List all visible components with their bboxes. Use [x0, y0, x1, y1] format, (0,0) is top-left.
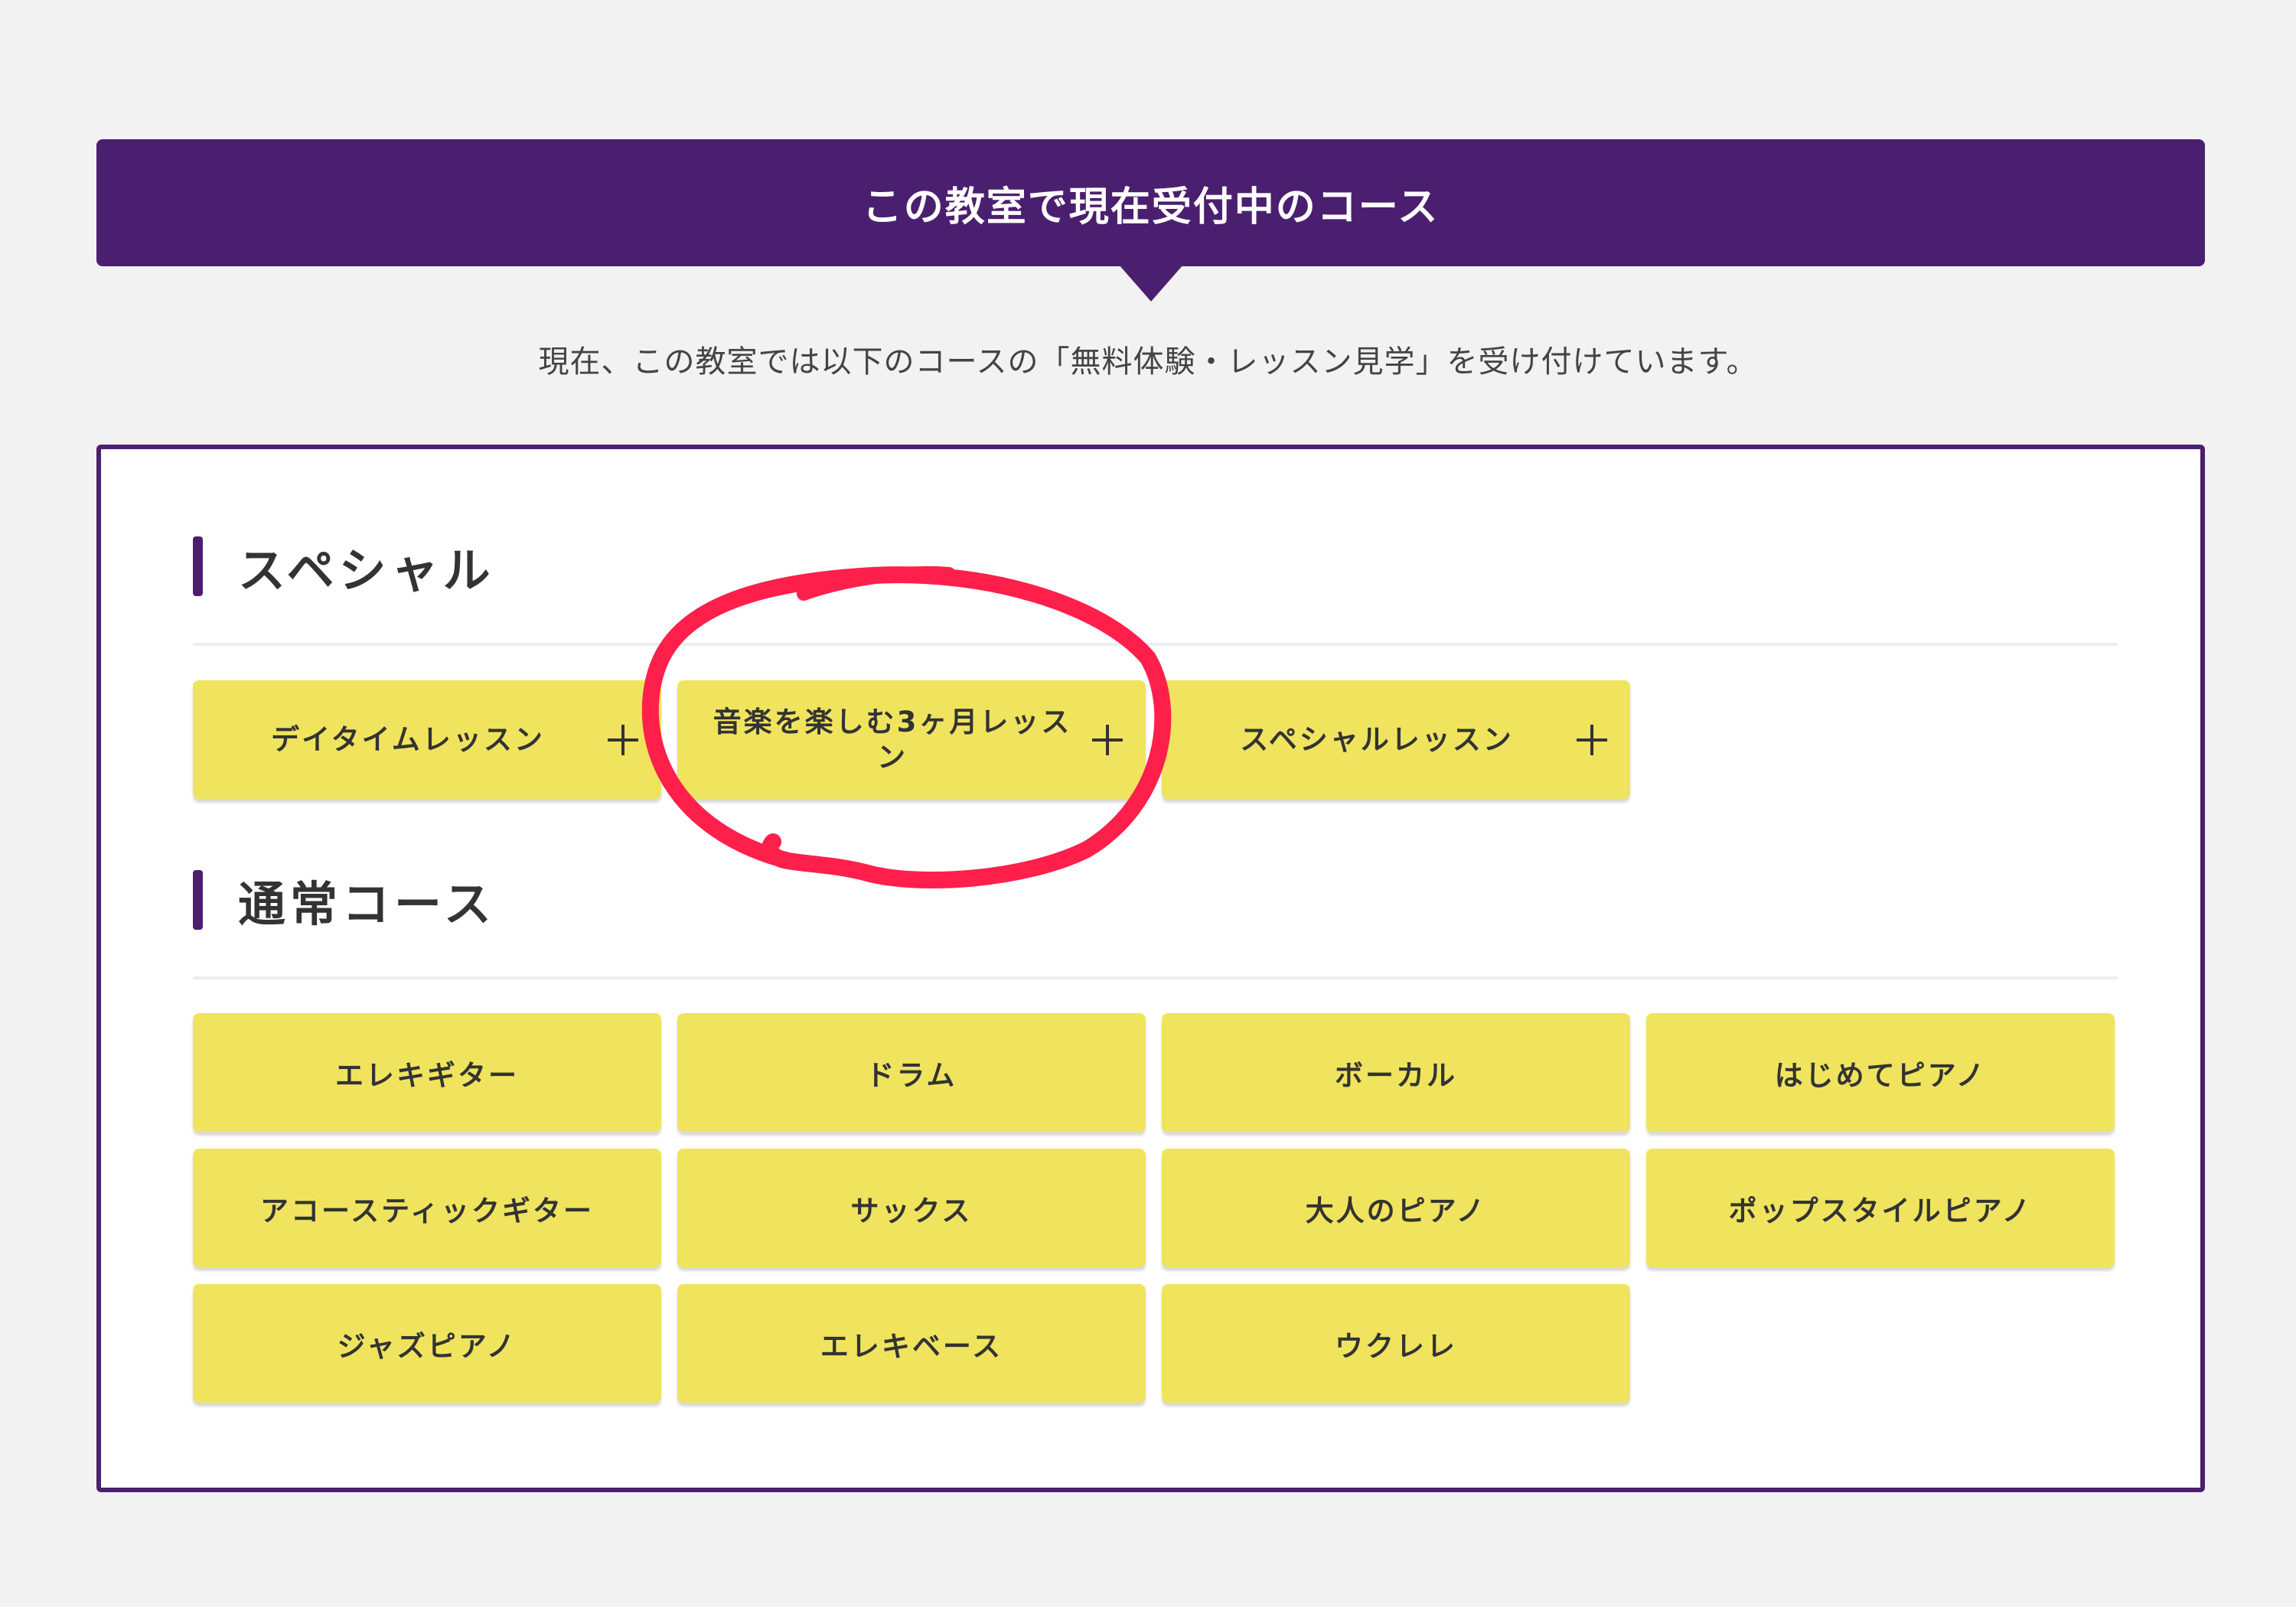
- banner-pointer-arrow: [1119, 265, 1183, 302]
- course-button-label: サックス: [850, 1194, 973, 1227]
- course-button-label: デイタイムレッスン: [271, 722, 545, 756]
- course-header-title: この教室で現在受付中のコース: [862, 184, 1440, 230]
- course-button-label: ポップスタイルピアノ: [1728, 1194, 2033, 1227]
- section-accent-bar: [193, 870, 203, 930]
- plus-icon: [608, 724, 638, 755]
- course-panel: スペシャル デイタイムレッスン 音楽を楽しむ3ヶ月レッスン スペシャルレッスン …: [96, 445, 2205, 1492]
- section-accent-bar: [193, 536, 203, 596]
- intro-text: 現在、この教室では以下のコースの「無料体験・レッスン見学」を受け付けています。: [538, 344, 1758, 380]
- plus-icon: [1577, 724, 1607, 755]
- section-title-special-label: スペシャル: [238, 543, 495, 598]
- course-button-special-lesson[interactable]: スペシャルレッスン: [1162, 680, 1630, 799]
- course-button-drums[interactable]: ドラム: [677, 1013, 1146, 1132]
- course-button-label: スペシャルレッスン: [1240, 722, 1514, 756]
- course-button-daytime-lesson[interactable]: デイタイムレッスン: [193, 680, 661, 799]
- plus-icon: [1092, 724, 1123, 755]
- course-button-3month-lesson[interactable]: 音楽を楽しむ3ヶ月レッスン: [677, 680, 1146, 799]
- section-divider: [193, 643, 2118, 646]
- course-button-label: エレキギター: [335, 1058, 519, 1092]
- section-divider: [193, 976, 2118, 980]
- course-button-label: アコースティックギター: [260, 1194, 594, 1227]
- course-button-label: ドラム: [866, 1058, 957, 1092]
- course-button-acoustic-guitar[interactable]: アコースティックギター: [193, 1149, 661, 1267]
- course-header-banner: この教室で現在受付中のコース: [96, 139, 2205, 266]
- course-button-electric-bass[interactable]: エレキベース: [677, 1284, 1146, 1403]
- course-button-saxophone[interactable]: サックス: [677, 1149, 1146, 1267]
- course-button-label: 大人のピアノ: [1305, 1194, 1487, 1227]
- course-button-label: はじめてピアノ: [1774, 1058, 1987, 1092]
- course-button-label: エレキベース: [820, 1329, 1003, 1363]
- section-title-regular: 通常コース: [193, 869, 496, 932]
- section-title-regular-label: 通常コース: [238, 876, 496, 932]
- course-button-label: 音楽を楽しむ3ヶ月レッスン: [713, 705, 1072, 774]
- course-button-label: ジャズピアノ: [337, 1329, 517, 1363]
- course-button-vocal[interactable]: ボーカル: [1162, 1013, 1630, 1132]
- course-button-first-piano[interactable]: はじめてピアノ: [1646, 1013, 2115, 1132]
- course-button-jazz-piano[interactable]: ジャズピアノ: [193, 1284, 661, 1403]
- course-button-pop-style-piano[interactable]: ポップスタイルピアノ: [1646, 1149, 2115, 1267]
- course-button-electric-guitar[interactable]: エレキギター: [193, 1013, 661, 1132]
- section-title-special: スペシャル: [193, 536, 495, 598]
- course-button-label: ウクレレ: [1335, 1329, 1457, 1363]
- course-button-label: ボーカル: [1335, 1058, 1457, 1092]
- course-button-adult-piano[interactable]: 大人のピアノ: [1162, 1149, 1630, 1267]
- course-button-ukulele[interactable]: ウクレレ: [1162, 1284, 1630, 1403]
